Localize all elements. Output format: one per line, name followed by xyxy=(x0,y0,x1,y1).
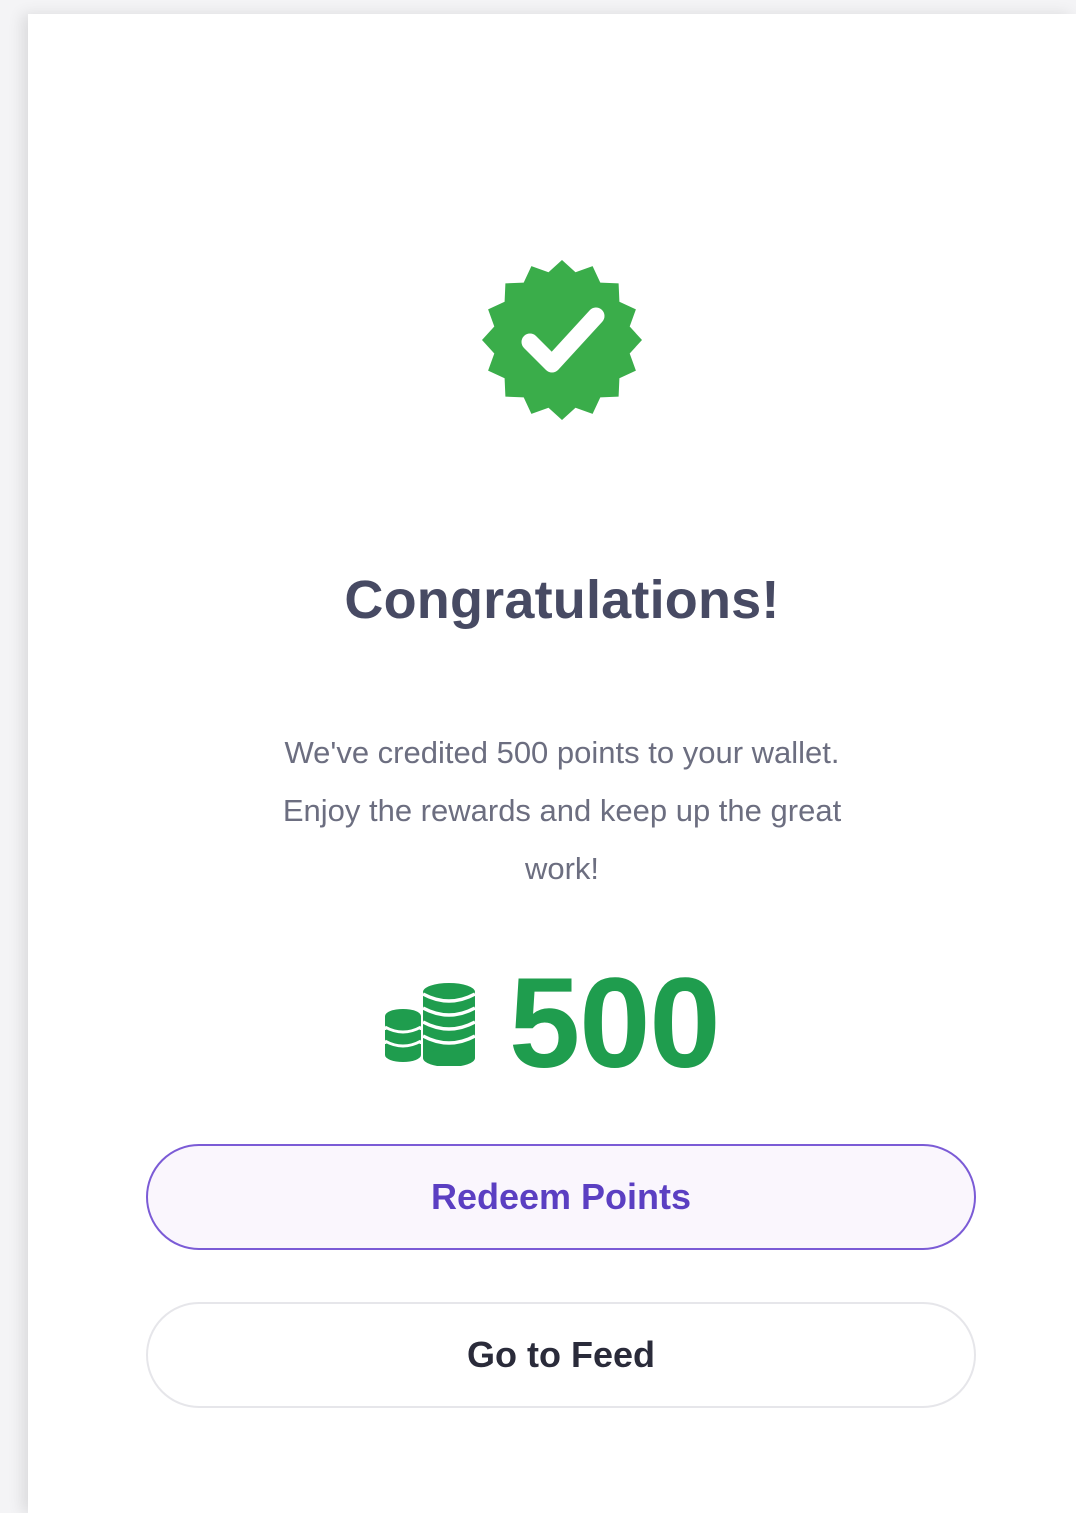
redeem-points-button[interactable]: Redeem Points xyxy=(146,1144,976,1250)
points-display: 500 xyxy=(383,952,721,1095)
success-screen: Congratulations! We've credited 500 poin… xyxy=(28,14,1076,1513)
points-value: 500 xyxy=(509,952,721,1095)
coin-stack-icon xyxy=(384,983,476,1066)
success-message: We've credited 500 points to your wallet… xyxy=(282,735,842,886)
go-to-feed-button[interactable]: Go to Feed xyxy=(146,1302,976,1408)
page-title: Congratulations! xyxy=(344,570,780,630)
verified-check-badge-icon xyxy=(482,260,642,420)
